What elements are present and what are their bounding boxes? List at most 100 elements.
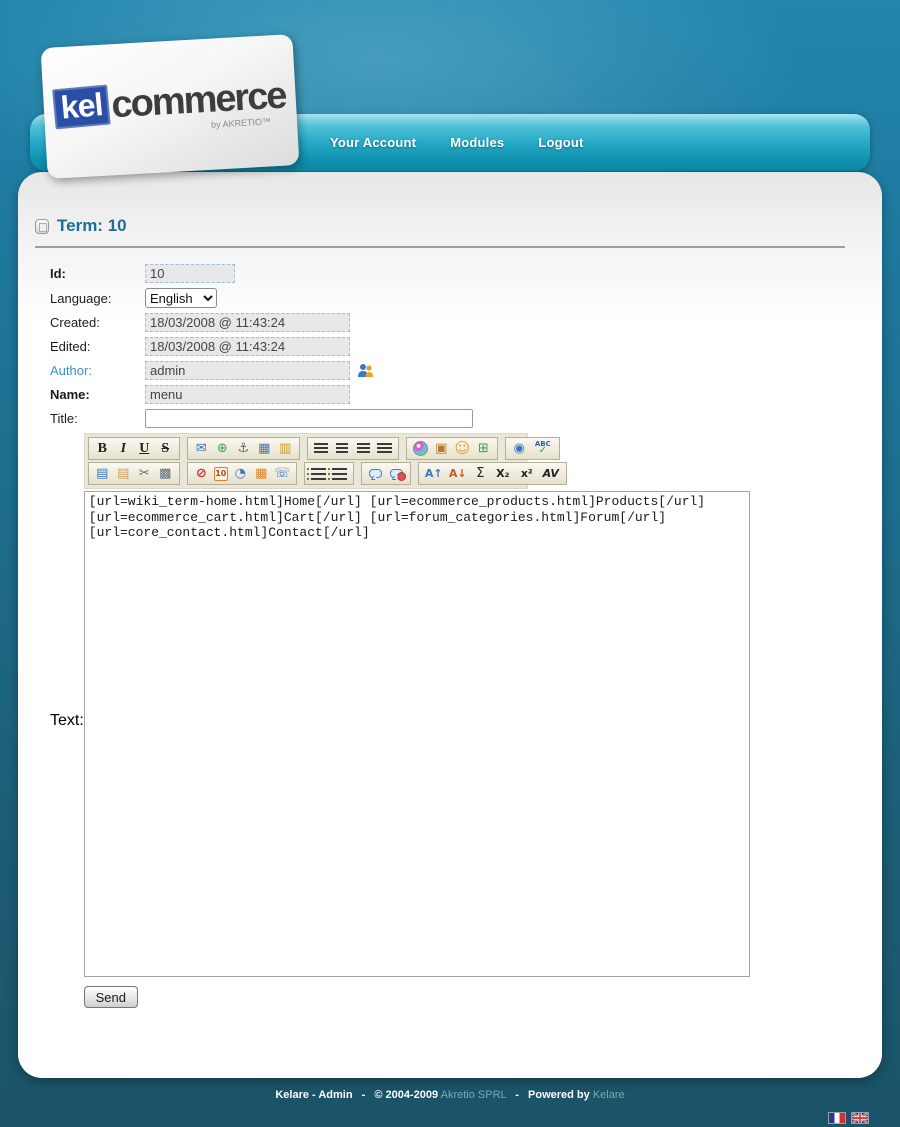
typography-group: A↑ A↓ Σ X₂ x² AV [418,462,567,485]
nav-your-account[interactable]: Your Account [330,135,416,150]
users-icon[interactable] [357,363,374,378]
preview-eye-icon[interactable]: ◉ [511,440,528,457]
paste-icon[interactable]: ▤ [115,465,132,482]
calendar-icon[interactable]: ▦ [253,465,270,482]
sitemap-icon[interactable]: ⊞ [475,440,492,457]
text-body-textarea[interactable]: [url=wiki_term-home.html]Home[/url] [url… [84,491,750,977]
send-button[interactable]: Send [84,986,138,1008]
remove-icon[interactable]: ⊘ [193,465,210,482]
ordered-list-alt-icon[interactable] [331,465,348,482]
form-row-id: Id: [50,264,882,283]
created-label: Created: [50,315,145,330]
ordered-list-icon[interactable] [310,465,327,482]
footer-kelare-link[interactable]: Kelare [593,1089,625,1101]
comments-icon[interactable] [367,465,384,482]
footer-separator-2: - [515,1089,519,1101]
footer-app-name: Kelare - Admin [275,1089,352,1101]
text-editor: B I U S ✉ ⊕ ⚓ ▦ ▥ [84,433,750,1008]
anchor-icon[interactable]: ⚓ [235,440,252,457]
editor-toolbar: B I U S ✉ ⊕ ⚓ ▦ ▥ [84,433,528,489]
logo-kel: kel [52,84,111,129]
footer-powered-by: Powered by [528,1089,590,1101]
created-field [145,313,350,332]
title-label: Title: [50,411,145,426]
format-group: B I U S [88,437,180,460]
language-select[interactable]: English [145,288,217,308]
spellcheck-check-mark: ✓ [539,446,547,456]
text-label: Text: [50,712,84,730]
footer-separator: - [362,1089,366,1101]
browse-image-icon[interactable]: ▥ [277,440,294,457]
page-heading: Term: 10 [35,216,882,236]
select-icon[interactable]: ▩ [157,465,174,482]
smiley-icon[interactable]: ☺ [454,440,471,457]
page-title: Term: 10 [57,216,127,236]
object-group: ⊘ 10 ◔ ▦ ☏ [187,462,297,485]
review-group: ◉ ABC✓ [505,437,560,460]
form-row-name: Name: [50,385,882,404]
logo-card: kelcommerce by AKRETIO™ [41,34,300,179]
form-row-edited: Edited: [50,337,882,356]
term-form: Id: Language: English Created: Edited: A… [50,264,882,1008]
bold-icon[interactable]: B [94,440,111,457]
spellcheck-icon[interactable]: ABC✓ [532,440,554,457]
align-group [307,437,399,460]
form-row-title: Title: [50,409,882,428]
clock-icon[interactable]: ◔ [232,465,249,482]
name-field [145,385,350,404]
toolbar-row-2: ▤ ▤ ✂ ▩ ⊘ 10 ◔ ▦ ☏ [88,462,524,485]
author-field [145,361,350,380]
heading-divider [35,246,845,248]
toolbar-row-1: B I U S ✉ ⊕ ⚓ ▦ ▥ [88,437,524,460]
copy-icon[interactable]: ▤ [94,465,111,482]
comment-remove-icon[interactable] [388,465,405,482]
form-row-text: Text: B I U S ✉ ⊕ ⚓ [50,433,882,1008]
kerning-icon[interactable]: AV [541,465,561,482]
edited-field [145,337,350,356]
superscript-icon[interactable]: x² [517,465,537,482]
clipboard-group: ▤ ▤ ✂ ▩ [88,462,180,485]
strikethrough-icon[interactable]: S [157,440,174,457]
form-row-created: Created: [50,313,882,332]
form-row-author: Author: [50,361,882,380]
logo-byline: by AKRETIO™ [211,116,271,129]
cut-icon[interactable]: ✂ [136,465,153,482]
email-icon[interactable]: ✉ [193,440,210,457]
language-label: Language: [50,291,145,306]
comment-group [361,462,411,485]
font-size-up-icon[interactable]: A↑ [424,465,444,482]
name-label: Name: [50,387,145,402]
image-icon[interactable]: ▦ [256,440,273,457]
edited-label: Edited: [50,339,145,354]
date-icon[interactable]: 10 [214,467,228,481]
subscript-icon[interactable]: X₂ [493,465,513,482]
id-field [145,264,235,283]
form-row-language: Language: English [50,288,882,308]
term-icon [35,219,49,234]
nav-modules[interactable]: Modules [450,135,504,150]
footer: Kelare - Admin - © 2004-2009 Akretio SPR… [0,1089,900,1101]
list-group [304,462,354,485]
align-justify-icon[interactable] [376,440,393,457]
color-wheel-icon[interactable] [412,440,429,457]
content-card: Term: 10 Id: Language: English Created: … [18,172,882,1078]
id-label: Id: [50,266,145,281]
language-flags [828,1112,869,1124]
font-size-down-icon[interactable]: A↓ [448,465,468,482]
flag-fr-icon[interactable] [828,1112,846,1124]
link-icon[interactable]: ⊕ [214,440,231,457]
insert-group: ✉ ⊕ ⚓ ▦ ▥ [187,437,300,460]
align-left-icon[interactable] [313,440,330,457]
align-right-icon[interactable] [355,440,372,457]
sum-icon[interactable]: Σ [472,465,489,482]
underline-icon[interactable]: U [136,440,153,457]
fax-icon[interactable]: ☏ [274,465,291,482]
italic-icon[interactable]: I [115,440,132,457]
footer-akretio-link[interactable]: Akretio SPRL [441,1089,507,1101]
flag-uk-icon[interactable] [851,1112,869,1124]
nav-logout[interactable]: Logout [538,135,583,150]
author-link-label[interactable]: Author: [50,363,145,378]
picture-icon[interactable]: ▣ [433,440,450,457]
align-center-icon[interactable] [334,440,351,457]
title-input[interactable] [145,409,473,428]
